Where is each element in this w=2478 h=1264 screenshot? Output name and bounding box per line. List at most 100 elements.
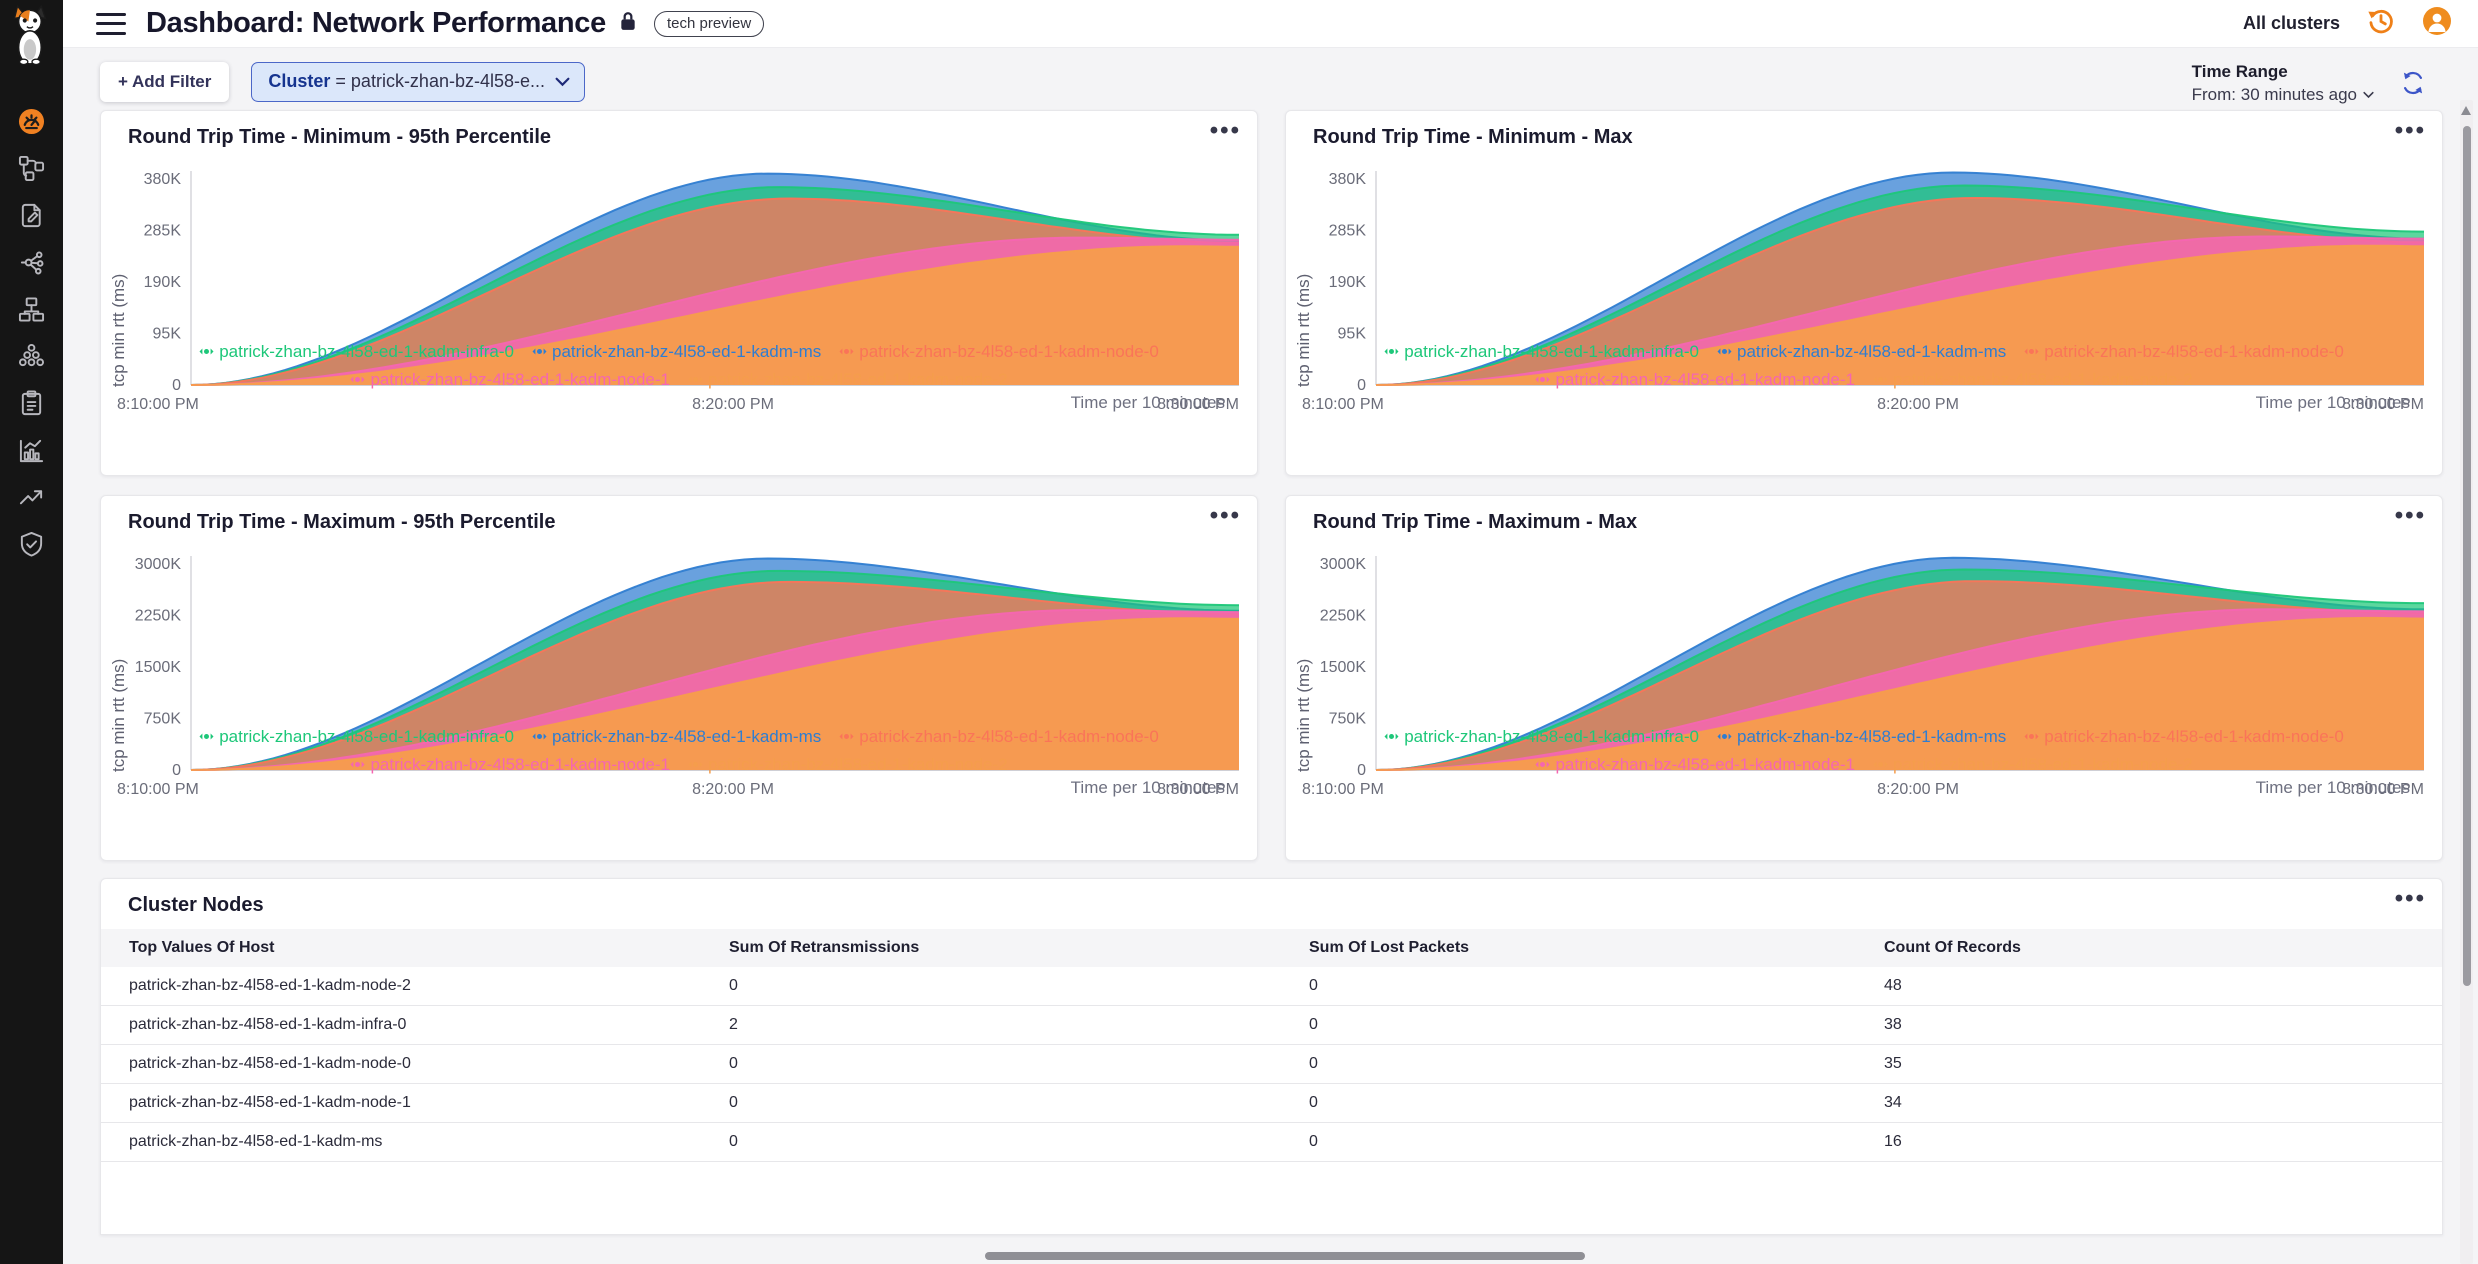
- sidebar-item-dashboards[interactable]: [0, 98, 63, 145]
- legend-item[interactable]: patrick-zhan-bz-4l58-ed-1-kadm-node-1: [350, 367, 670, 392]
- panel-menu-icon[interactable]: [2395, 119, 2426, 143]
- cluster-circles-icon: [18, 343, 45, 370]
- series-toggle-icon: [1535, 372, 1550, 387]
- panel-title: Round Trip Time - Minimum - Max: [1286, 111, 2442, 149]
- series-toggle-icon: [1717, 344, 1732, 359]
- gauge-icon: [18, 108, 45, 135]
- panel-title: Round Trip Time - Maximum - 95th Percent…: [101, 496, 1257, 534]
- legend-item[interactable]: patrick-zhan-bz-4l58-ed-1-kadm-node-0: [2024, 339, 2344, 364]
- x-tick: 8:20:00 PM: [1877, 781, 1959, 798]
- sidebar: [0, 0, 63, 1264]
- cell-host: patrick-zhan-bz-4l58-ed-1-kadm-node-1: [101, 1084, 701, 1122]
- y-tick: 285K: [144, 223, 182, 240]
- sidebar-item-security[interactable]: [0, 521, 63, 568]
- series-toggle-icon: [350, 757, 365, 772]
- sidebar-item-trends[interactable]: [0, 474, 63, 521]
- cell-record-count: 16: [1856, 1123, 2442, 1161]
- tech-preview-badge: tech preview: [654, 11, 764, 37]
- panel-menu-icon[interactable]: [2395, 504, 2426, 528]
- series-toggle-icon: [1873, 757, 1888, 772]
- legend-item[interactable]: patrick-zhan-bz-4l58-ed-1-kadm-node-1: [350, 752, 670, 777]
- cell-record-count: 38: [1856, 1006, 2442, 1044]
- chart-panel: Round Trip Time - Minimum - 95th Percent…: [100, 110, 1258, 476]
- legend-item[interactable]: patrick-zhan-bz-4l58-ed-1-kadm-ms: [532, 724, 821, 749]
- sidebar-item-sitemap[interactable]: [0, 286, 63, 333]
- table-row: patrick-zhan-bz-4l58-ed-1-kadm-node-0 0 …: [101, 1045, 2442, 1084]
- legend-label: patrick-zhan-bz-4l58-ed-1-kadm-infra-0: [1404, 339, 1699, 364]
- refresh-icon[interactable]: [2400, 70, 2426, 101]
- panel-title: Cluster Nodes: [101, 879, 2442, 917]
- series-toggle-icon: [688, 372, 703, 387]
- chart-legend: patrick-zhan-bz-4l58-ed-1-kadm-infra-0 pa…: [113, 339, 1245, 395]
- cluster-nodes-panel: Cluster Nodes Top Values Of Host Sum Of …: [100, 878, 2443, 1235]
- time-range-control[interactable]: Time Range From: 30 minutes ago: [2192, 62, 2374, 105]
- legend-item[interactable]: patrick-zhan-bz-4l58-ed-1-kadm-node-0: [2024, 724, 2344, 749]
- legend-item[interactable]: patrick-zhan-bz-4l58-ed-1-kadm-node-2: [1873, 367, 2193, 392]
- filter-operator: =: [335, 71, 346, 91]
- sidebar-item-connections[interactable]: [0, 239, 63, 286]
- table-header: Top Values Of Host Sum Of Retransmission…: [101, 929, 2442, 967]
- panel-menu-icon[interactable]: [2395, 887, 2426, 911]
- legend-label: patrick-zhan-bz-4l58-ed-1-kadm-node-1: [370, 367, 670, 392]
- series-toggle-icon: [2024, 729, 2039, 744]
- series-toggle-icon: [350, 372, 365, 387]
- legend-item[interactable]: patrick-zhan-bz-4l58-ed-1-kadm-infra-0: [199, 724, 514, 749]
- series-toggle-icon: [1384, 344, 1399, 359]
- y-tick: 3000K: [1320, 556, 1367, 573]
- user-avatar-icon[interactable]: [2422, 6, 2452, 41]
- x-tick: 8:10:00 PM: [1302, 781, 1384, 798]
- legend-item[interactable]: patrick-zhan-bz-4l58-ed-1-kadm-ms: [1717, 339, 2006, 364]
- y-tick: 190K: [1329, 274, 1367, 291]
- sidebar-item-clusters[interactable]: [0, 333, 63, 380]
- menu-icon[interactable]: [96, 13, 126, 35]
- add-filter-button[interactable]: + Add Filter: [100, 62, 229, 102]
- x-axis-note: Time per 10 minutes: [2256, 393, 2410, 413]
- history-icon[interactable]: [2366, 6, 2396, 41]
- panel-menu-icon[interactable]: [1210, 504, 1241, 528]
- legend-item[interactable]: patrick-zhan-bz-4l58-ed-1-kadm-infra-0: [199, 339, 514, 364]
- panel-menu-icon[interactable]: [1210, 119, 1241, 143]
- y-tick: 285K: [1329, 223, 1367, 240]
- series-toggle-icon: [199, 344, 214, 359]
- legend-item[interactable]: patrick-zhan-bz-4l58-ed-1-kadm-node-1: [1535, 367, 1855, 392]
- lock-icon: [620, 11, 636, 36]
- legend-item[interactable]: patrick-zhan-bz-4l58-ed-1-kadm-infra-0: [1384, 339, 1699, 364]
- all-clusters-selector[interactable]: All clusters: [2243, 13, 2340, 34]
- chart-legend: patrick-zhan-bz-4l58-ed-1-kadm-infra-0 pa…: [1298, 724, 2430, 780]
- y-tick: 380K: [144, 171, 182, 188]
- sidebar-item-analytics[interactable]: [0, 427, 63, 474]
- legend-item[interactable]: patrick-zhan-bz-4l58-ed-1-kadm-infra-0: [1384, 724, 1699, 749]
- legend-item[interactable]: patrick-zhan-bz-4l58-ed-1-kadm-node-2: [688, 367, 1008, 392]
- calico-cat-logo[interactable]: [9, 5, 55, 72]
- x-tick: 8:10:00 PM: [1302, 396, 1384, 413]
- sidebar-item-logs[interactable]: [0, 380, 63, 427]
- vertical-scrollbar[interactable]: [2460, 100, 2473, 1264]
- series-toggle-icon: [2024, 344, 2039, 359]
- cell-record-count: 35: [1856, 1045, 2442, 1083]
- document-edit-icon: [18, 202, 45, 229]
- legend-item[interactable]: patrick-zhan-bz-4l58-ed-1-kadm-ms: [1717, 724, 2006, 749]
- chart-panel: Round Trip Time - Maximum - 95th Percent…: [100, 495, 1258, 861]
- horizontal-scrollbar-thumb[interactable]: [985, 1252, 1585, 1260]
- cell-lost-packets: 0: [1281, 1006, 1856, 1044]
- legend-item[interactable]: patrick-zhan-bz-4l58-ed-1-kadm-node-2: [688, 752, 1008, 777]
- scroll-up-icon[interactable]: [2461, 106, 2471, 115]
- legend-label: patrick-zhan-bz-4l58-ed-1-kadm-node-0: [859, 724, 1159, 749]
- table-row: patrick-zhan-bz-4l58-ed-1-kadm-infra-0 2…: [101, 1006, 2442, 1045]
- legend-item[interactable]: patrick-zhan-bz-4l58-ed-1-kadm-ms: [532, 339, 821, 364]
- sidebar-item-reports[interactable]: [0, 192, 63, 239]
- sidebar-item-topology[interactable]: [0, 145, 63, 192]
- time-range-label: Time Range: [2192, 62, 2374, 82]
- legend-item[interactable]: patrick-zhan-bz-4l58-ed-1-kadm-node-1: [1535, 752, 1855, 777]
- column-header: Top Values Of Host: [101, 929, 701, 967]
- column-header: Sum Of Retransmissions: [701, 929, 1281, 967]
- dashboard-content: + Add Filter Cluster = patrick-zhan-bz-4…: [63, 48, 2478, 1264]
- cluster-filter-pill[interactable]: Cluster = patrick-zhan-bz-4l58-e...: [251, 62, 585, 102]
- vertical-scrollbar-thumb[interactable]: [2463, 126, 2471, 986]
- legend-item[interactable]: patrick-zhan-bz-4l58-ed-1-kadm-node-0: [839, 339, 1159, 364]
- chart-legend: patrick-zhan-bz-4l58-ed-1-kadm-infra-0 pa…: [113, 724, 1245, 780]
- filter-value: patrick-zhan-bz-4l58-e...: [351, 71, 545, 91]
- legend-label: patrick-zhan-bz-4l58-ed-1-kadm-ms: [1737, 724, 2006, 749]
- legend-item[interactable]: patrick-zhan-bz-4l58-ed-1-kadm-node-0: [839, 724, 1159, 749]
- legend-item[interactable]: patrick-zhan-bz-4l58-ed-1-kadm-node-2: [1873, 752, 2193, 777]
